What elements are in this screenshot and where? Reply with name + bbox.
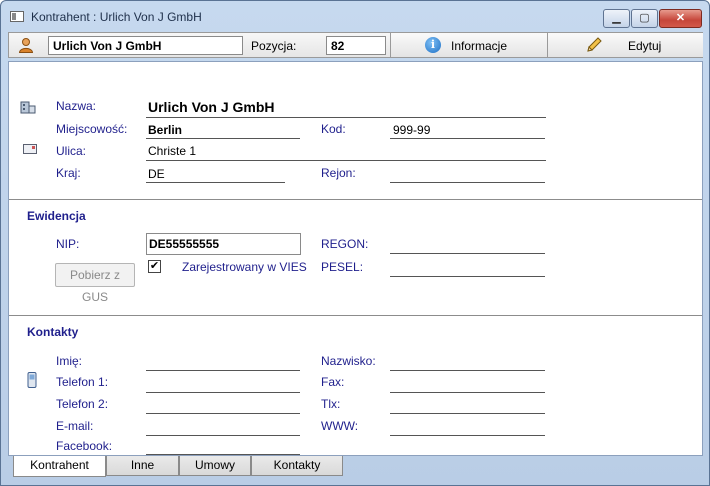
section-separator <box>9 199 702 201</box>
pesel-label: PESEL: <box>321 260 364 274</box>
minimize-button[interactable]: ▁ <box>603 9 630 28</box>
www-label: WWW: <box>321 419 359 433</box>
name-underline <box>146 117 546 118</box>
envelope-icon <box>23 144 37 154</box>
country-label: Kraj: <box>56 166 81 180</box>
window-title: Kontrahent : Urlich Von J GmbH <box>31 10 202 24</box>
contractor-name-field[interactable]: Urlich Von J GmbH <box>48 36 243 55</box>
name-label: Nazwa: <box>56 99 97 113</box>
street-underline <box>146 160 546 161</box>
regon-label: REGON: <box>321 237 369 251</box>
section-separator <box>9 315 702 317</box>
country-underline <box>146 182 285 183</box>
fax-label: Fax: <box>321 375 345 389</box>
tab-kontrahent[interactable]: Kontrahent <box>13 456 106 477</box>
street-label: Ulica: <box>56 144 87 158</box>
region-label: Rejon: <box>321 166 356 180</box>
nip-label: NIP: <box>56 237 80 251</box>
tlx-label: Tlx: <box>321 397 341 411</box>
nip-field[interactable]: DE55555555 <box>146 233 301 255</box>
first-name-label: Imię: <box>56 354 83 368</box>
phone2-underline[interactable] <box>146 413 300 414</box>
info-button[interactable]: i Informacje <box>390 33 547 57</box>
title-bar[interactable]: Kontrahent : Urlich Von J GmbH ▁ ▢ ✕ <box>1 1 709 31</box>
tab-kontakty[interactable]: Kontakty <box>251 456 343 476</box>
vies-label: Zarejestrowany w VIES <box>182 260 307 274</box>
info-button-label: Informacje <box>451 39 508 53</box>
vies-checkbox[interactable]: ✔ <box>148 260 161 273</box>
street-value[interactable]: Christe 1 <box>148 144 196 158</box>
last-name-underline[interactable] <box>390 370 545 371</box>
fetch-gus-button[interactable]: Pobierz z GUS <box>55 263 135 304</box>
tab-inne[interactable]: Inne <box>106 456 179 476</box>
facebook-label: Facebook: <box>56 439 113 453</box>
info-icon: i <box>425 37 441 53</box>
phone-icon <box>27 372 37 388</box>
ewidencja-section-title: Ewidencja <box>27 209 86 223</box>
window-app-icon <box>10 11 24 22</box>
first-name-underline[interactable] <box>146 370 300 371</box>
country-value[interactable]: DE <box>148 167 165 181</box>
name-value[interactable]: Urlich Von J GmbH <box>148 99 275 115</box>
phone1-underline[interactable] <box>146 392 300 393</box>
regon-underline <box>390 253 545 254</box>
code-value[interactable]: 999-99 <box>393 123 430 137</box>
email-underline[interactable] <box>146 435 300 436</box>
city-value[interactable]: Berlin <box>148 123 182 137</box>
email-label: E-mail: <box>56 419 94 433</box>
position-field[interactable]: 82 <box>326 36 386 55</box>
form-content: Nazwa: Urlich Von J GmbH Miejscowość: Be… <box>8 61 703 456</box>
maximize-button[interactable]: ▢ <box>631 9 658 28</box>
position-label: Pozycja: <box>251 39 297 53</box>
building-icon <box>20 101 36 114</box>
phone2-label: Telefon 2: <box>56 397 109 411</box>
person-icon <box>18 38 34 53</box>
pesel-underline <box>390 276 545 277</box>
city-underline <box>146 138 300 139</box>
pencil-icon <box>587 37 602 52</box>
kontakty-section-title: Kontakty <box>27 325 79 339</box>
facebook-underline[interactable] <box>146 454 300 455</box>
bottom-tabs: Kontrahent Inne Umowy Kontakty <box>8 456 703 478</box>
close-button[interactable]: ✕ <box>659 9 702 28</box>
city-label: Miejscowość: <box>56 122 128 136</box>
tlx-underline[interactable] <box>390 413 545 414</box>
edit-button[interactable]: Edytuj <box>547 33 703 57</box>
last-name-label: Nazwisko: <box>321 354 376 368</box>
edit-button-label: Edytuj <box>628 39 662 53</box>
toolbar: Urlich Von J GmbH Pozycja: 82 i Informac… <box>8 32 703 58</box>
window-frame: Kontrahent : Urlich Von J GmbH ▁ ▢ ✕ Url… <box>0 0 710 486</box>
code-underline <box>390 138 545 139</box>
www-underline[interactable] <box>390 435 545 436</box>
tab-umowy[interactable]: Umowy <box>179 456 251 476</box>
fax-underline[interactable] <box>390 392 545 393</box>
region-underline <box>390 182 545 183</box>
code-label: Kod: <box>321 122 346 136</box>
phone1-label: Telefon 1: <box>56 375 109 389</box>
